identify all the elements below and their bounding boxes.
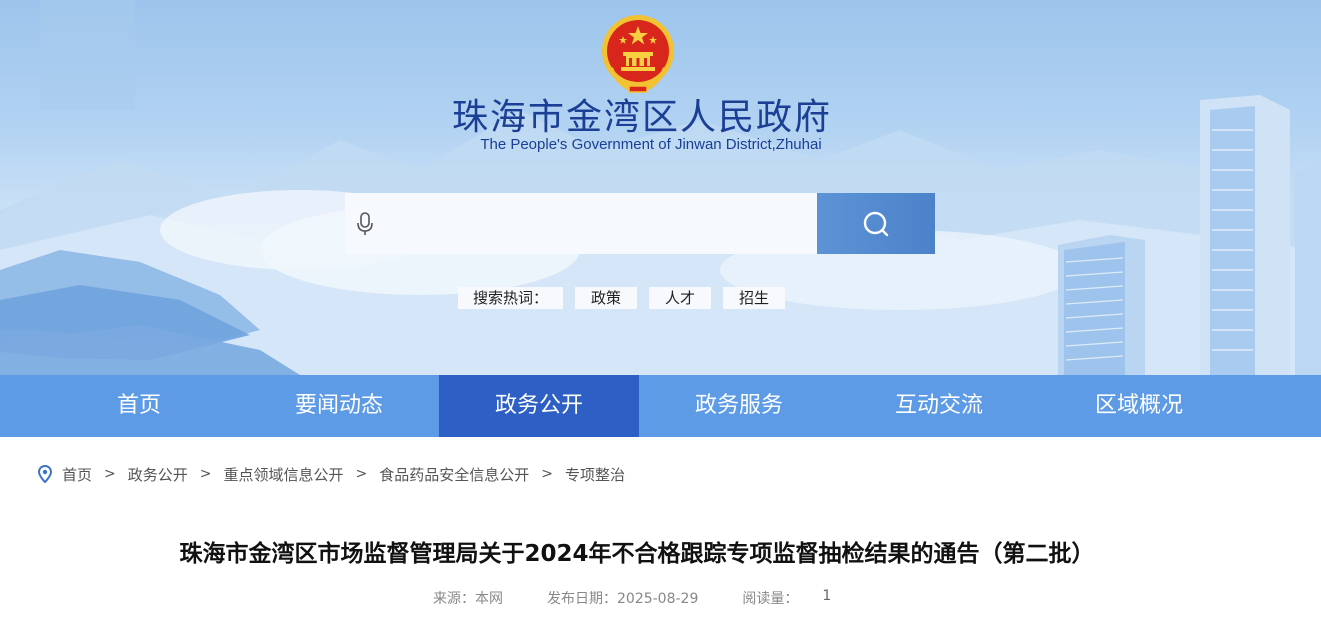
search-icon [863,211,889,236]
breadcrumb: 首页 > 政务公开 > 重点领域信息公开 > 食品药品安全信息公开 > 专项整治 [38,462,625,486]
hot-word-1[interactable]: 政策 [575,287,638,309]
breadcrumb-item-special[interactable]: 专项整治 [565,464,625,485]
microphone-icon[interactable] [355,211,375,237]
nav-news[interactable]: 要闻动态 [239,375,439,437]
article-views-label: 阅读量： [742,591,799,607]
breadcrumb-item-gov-affairs[interactable]: 政务公开 [128,464,188,485]
hot-words-label: 搜索热词： [458,287,564,309]
site-title-cn: 珠海市金湾区人民政府 [452,97,833,138]
search-box [345,193,935,254]
article-title: 珠海市金湾区市场监督管理局关于2024年不合格跟踪专项监督抽检结果的通告（第二批… [179,541,1095,567]
search-input[interactable] [383,203,813,244]
search-button[interactable] [817,193,935,254]
breadcrumb-separator: > [199,466,212,482]
nav-region[interactable]: 区域概况 [1039,375,1239,437]
location-pin-icon [38,465,52,483]
hot-word-2[interactable]: 人才 [649,287,712,309]
breadcrumb-item-key-areas[interactable]: 重点领域信息公开 [224,464,344,485]
nav-home[interactable]: 首页 [39,375,239,437]
nav-interaction[interactable]: 互动交流 [839,375,1039,437]
search-field[interactable] [345,193,817,254]
article-date: 发布日期：2025-08-29 [547,591,699,607]
article-views-count: 1 [822,588,832,604]
hot-word-3[interactable]: 招生 [723,287,786,309]
article-meta: 来源：本网 发布日期：2025-08-29 阅读量： 1 [433,588,831,608]
main-nav: 首页 要闻动态 政务公开 政务服务 互动交流 区域概况 [0,375,1321,437]
header-banner: 珠海市金湾区人民政府 The People's Government of Ji… [0,0,1321,375]
breadcrumb-item-food-drug[interactable]: 食品药品安全信息公开 [379,464,529,485]
nav-services[interactable]: 政务服务 [639,375,839,437]
nav-gov-affairs[interactable]: 政务公开 [439,375,639,437]
national-emblem-icon [602,15,674,94]
hot-words: 搜索热词： 政策 人才 招生 [458,287,797,309]
breadcrumb-separator: > [355,466,368,482]
breadcrumb-separator: > [541,466,553,482]
article-source: 来源：本网 [433,591,503,607]
breadcrumb-item-home[interactable]: 首页 [62,464,92,485]
breadcrumb-separator: > [104,466,116,482]
site-title-en: The People's Government of Jinwan Distri… [480,136,822,153]
